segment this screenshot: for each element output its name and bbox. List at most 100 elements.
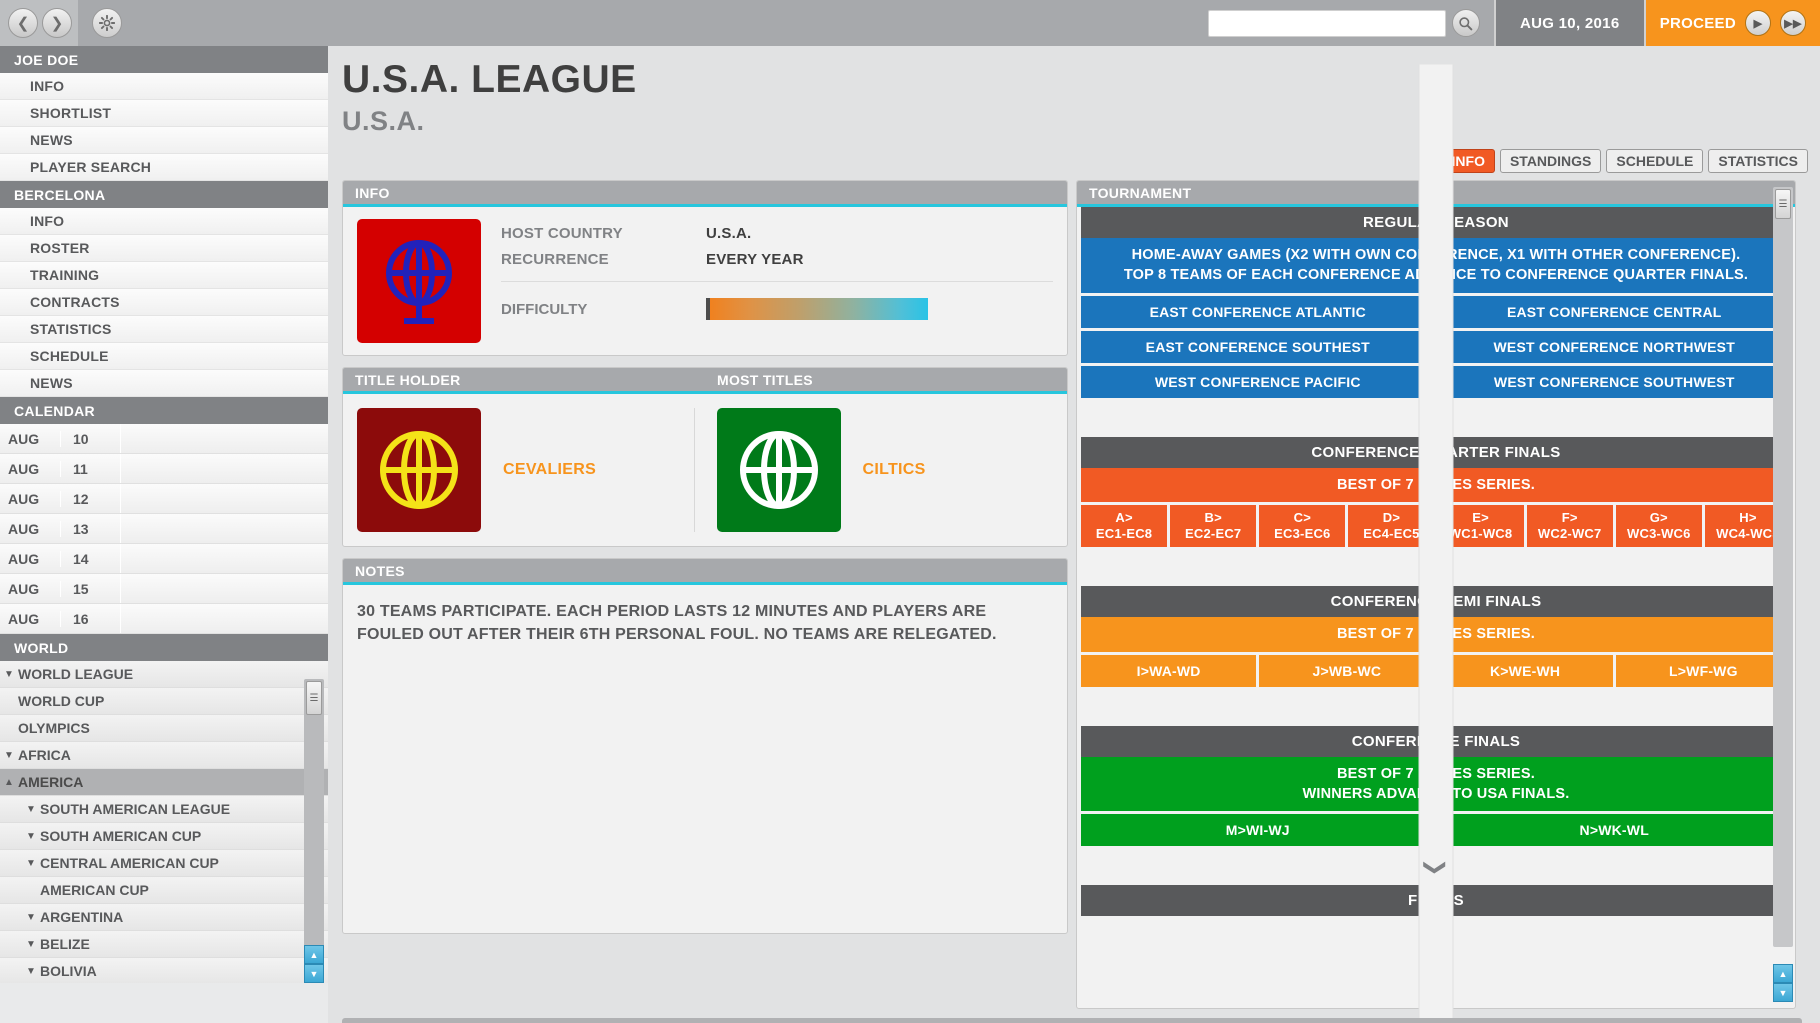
info-panel: INFO HOST COUNTRY U.S.A. RECURRENCE EVER… bbox=[342, 180, 1068, 356]
calendar-events bbox=[120, 604, 328, 633]
conference-cell[interactable]: EAST CONFERENCE SOUTHEST bbox=[1081, 330, 1435, 363]
bracket-cell[interactable]: F> WC2-WC7 bbox=[1526, 504, 1613, 548]
tree-item-world-cup[interactable]: WORLD CUP bbox=[0, 688, 328, 715]
bracket-cell[interactable]: B> EC2-EC7 bbox=[1170, 504, 1257, 548]
tree-item-olympics[interactable]: OLYMPICS bbox=[0, 715, 328, 742]
tree-item-label: SOUTH AMERICAN LEAGUE bbox=[40, 801, 231, 817]
chevron-down-icon[interactable]: ▼ bbox=[22, 966, 40, 977]
proceed-button[interactable]: PROCEED ▶ ▶▶ bbox=[1645, 0, 1820, 46]
sidebar-item-schedule[interactable]: SCHEDULE bbox=[0, 343, 328, 370]
sidebar-scrollbar-track[interactable]: ☰ bbox=[304, 679, 324, 975]
title-holder-header-label: TITLE HOLDER bbox=[355, 371, 461, 388]
sidebar-scrollbar-thumb[interactable]: ☰ bbox=[306, 681, 322, 715]
tree-item-south-american-league[interactable]: ▼ SOUTH AMERICAN LEAGUE bbox=[0, 796, 328, 823]
content-columns: INFO HOST COUNTRY U.S.A. RECURRENCE EVER… bbox=[328, 64, 1820, 1023]
fast-forward-icon[interactable]: ▶▶ bbox=[1780, 10, 1806, 36]
current-date: AUG 10, 2016 bbox=[1493, 0, 1646, 46]
sidebar-item-roster[interactable]: ROSTER bbox=[0, 235, 328, 262]
tree-item-south-american-cup[interactable]: ▼ SOUTH AMERICAN CUP bbox=[0, 823, 328, 850]
chevron-down-icon[interactable]: ▼ bbox=[22, 858, 40, 869]
notes-panel-header: NOTES bbox=[343, 559, 1067, 585]
bracket-cell[interactable]: J>WB-WC bbox=[1259, 654, 1435, 687]
most-titles-team[interactable]: CILTICS bbox=[693, 408, 1054, 532]
calendar-row[interactable]: AUG 10 bbox=[0, 424, 328, 454]
tree-item-belize[interactable]: ▼ BELIZE bbox=[0, 931, 328, 958]
calendar-row[interactable]: AUG 14 bbox=[0, 544, 328, 574]
calendar-row[interactable]: AUG 11 bbox=[0, 454, 328, 484]
tree-item-label: WORLD LEAGUE bbox=[18, 666, 134, 682]
tab-statistics[interactable]: STATISTICS bbox=[1708, 149, 1808, 173]
tree-item-africa[interactable]: ▼ AFRICA bbox=[0, 742, 328, 769]
chevron-down-icon[interactable]: ▼ bbox=[0, 669, 18, 680]
conference-cell[interactable]: WEST CONFERENCE NORTHWEST bbox=[1437, 330, 1791, 363]
play-icon[interactable]: ▶ bbox=[1745, 10, 1771, 36]
sidebar-item-club-info[interactable]: INFO bbox=[0, 208, 328, 235]
bracket-cell[interactable]: K>WE-WH bbox=[1437, 654, 1613, 687]
chevron-down-icon[interactable]: ▼ bbox=[0, 750, 18, 761]
back-button[interactable]: ❮ bbox=[8, 8, 38, 38]
difficulty-label: DIFFICULTY bbox=[501, 300, 588, 318]
conference-cell[interactable]: EAST CONFERENCE CENTRAL bbox=[1437, 295, 1791, 328]
tree-item-world-league[interactable]: ▼ WORLD LEAGUE bbox=[0, 661, 328, 688]
sidebar-item-contracts[interactable]: CONTRACTS bbox=[0, 289, 328, 316]
sidebar-item-club-news[interactable]: NEWS bbox=[0, 370, 328, 397]
calendar-row[interactable]: AUG 15 bbox=[0, 574, 328, 604]
gear-icon[interactable] bbox=[92, 8, 122, 38]
bracket-cell[interactable]: C> EC3-EC6 bbox=[1259, 504, 1346, 548]
tab-standings[interactable]: STANDINGS bbox=[1499, 149, 1602, 173]
forward-button[interactable]: ❯ bbox=[42, 8, 72, 38]
title-holder-team[interactable]: CEVALIERS bbox=[357, 408, 694, 532]
calendar-row[interactable]: AUG 13 bbox=[0, 514, 328, 544]
bracket-cell[interactable]: N>WK-WL bbox=[1437, 814, 1791, 847]
info-panel-header: INFO bbox=[343, 181, 1067, 207]
tree-item-central-american-cup[interactable]: ▼ CENTRAL AMERICAN CUP bbox=[0, 850, 328, 877]
chevron-up-icon[interactable]: ▲ bbox=[0, 777, 18, 788]
bracket-cell[interactable]: I>WA-WD bbox=[1081, 654, 1257, 687]
tab-schedule[interactable]: SCHEDULE bbox=[1606, 149, 1704, 173]
bracket-cell[interactable]: G> WC3-WC6 bbox=[1615, 504, 1702, 548]
conference-cell[interactable]: WEST CONFERENCE PACIFIC bbox=[1081, 365, 1435, 398]
scroll-up-icon[interactable]: ▲ bbox=[1773, 964, 1793, 983]
calendar-row[interactable]: AUG 16 bbox=[0, 604, 328, 634]
conference-cell[interactable]: WEST CONFERENCE SOUTHWEST bbox=[1437, 365, 1791, 398]
tree-item-label: ARGENTINA bbox=[40, 909, 124, 925]
tournament-scrollbar-thumb[interactable]: ☰ bbox=[1775, 189, 1791, 219]
sidebar-item-training[interactable]: TRAINING bbox=[0, 262, 328, 289]
bracket-code: EC1-EC8 bbox=[1095, 526, 1153, 542]
notes-text: 30 TEAMS PARTICIPATE. EACH PERIOD LASTS … bbox=[357, 603, 997, 644]
chevron-down-icon[interactable]: ▼ bbox=[22, 804, 40, 815]
league-crest bbox=[357, 219, 481, 343]
info-row-difficulty: DIFFICULTY bbox=[501, 298, 1053, 320]
tree-item-bolivia[interactable]: ▼ BOLIVIA bbox=[0, 958, 328, 983]
tournament-scrollbar-track[interactable]: ☰ bbox=[1773, 187, 1793, 947]
bracket-cell[interactable]: L>WF-WG bbox=[1615, 654, 1791, 687]
chevron-down-icon: ❯ bbox=[1418, 512, 1454, 1023]
bracket-cell[interactable]: A> EC1-EC8 bbox=[1081, 504, 1168, 548]
sidebar-item-shortlist[interactable]: SHORTLIST bbox=[0, 100, 328, 127]
sidebar-item-statistics[interactable]: STATISTICS bbox=[0, 316, 328, 343]
conference-cell[interactable]: EAST CONFERENCE ATLANTIC bbox=[1081, 295, 1435, 328]
calendar-month: AUG bbox=[8, 580, 40, 597]
chevron-down-icon[interactable]: ▼ bbox=[22, 939, 40, 950]
search-input[interactable] bbox=[1207, 9, 1446, 37]
scroll-down-icon[interactable]: ▼ bbox=[1773, 983, 1793, 1002]
chevron-down-icon[interactable]: ▼ bbox=[22, 831, 40, 842]
calendar-events bbox=[120, 514, 328, 543]
sidebar-item-player-search[interactable]: PLAYER SEARCH bbox=[0, 154, 328, 181]
sidebar-section-club: BERCELONA bbox=[0, 181, 328, 208]
bracket-cell[interactable]: M>WI-WJ bbox=[1081, 814, 1435, 847]
sidebar-item-user-info[interactable]: INFO bbox=[0, 73, 328, 100]
bracket-key: G> bbox=[1649, 509, 1668, 525]
calendar-row[interactable]: AUG 12 bbox=[0, 484, 328, 514]
search-icon[interactable] bbox=[1451, 9, 1480, 37]
scroll-up-icon[interactable]: ▲ bbox=[304, 945, 324, 964]
tree-item-american-cup[interactable]: AMERICAN CUP bbox=[0, 877, 328, 904]
calendar-events bbox=[120, 574, 328, 603]
tree-item-label: AMERICAN CUP bbox=[40, 882, 149, 898]
tab-bar: INFO STANDINGS SCHEDULE STATISTICS bbox=[1441, 149, 1808, 173]
tree-item-america[interactable]: ▲ AMERICA bbox=[0, 769, 328, 796]
chevron-down-icon[interactable]: ▼ bbox=[22, 912, 40, 923]
sidebar-item-news[interactable]: NEWS bbox=[0, 127, 328, 154]
tree-item-argentina[interactable]: ▼ ARGENTINA bbox=[0, 904, 328, 931]
scroll-down-icon[interactable]: ▼ bbox=[304, 964, 324, 983]
